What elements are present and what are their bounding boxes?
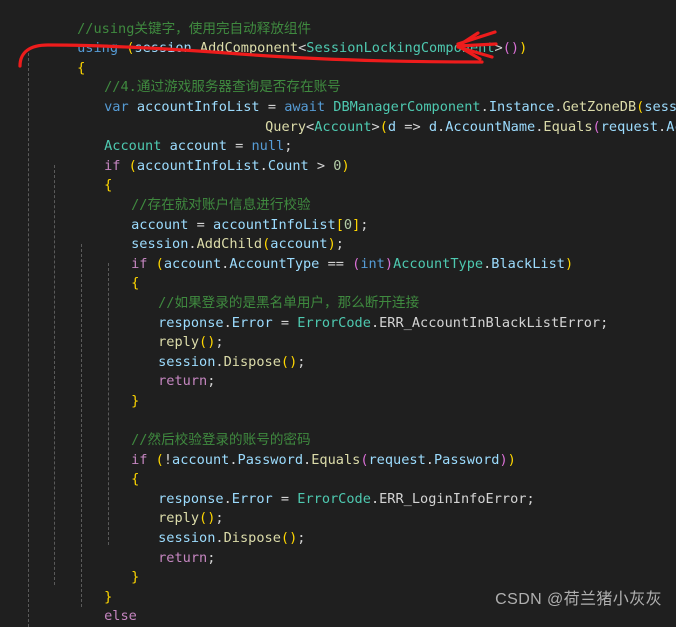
code-token-comment: //然后校验登录的账号的密码 [131, 432, 311, 449]
code-line: //如果登录的是黑名单用户，那么断开连接 [0, 274, 676, 311]
code-token-comment: //存在就对账户信息进行校验 [131, 196, 311, 213]
code-line: //using关键字，使用完自动释放组件 [0, 0, 676, 37]
code-tokens: return; [158, 373, 216, 390]
code-tokens: account = accountInfoList[0]; [131, 216, 369, 233]
code-text-area[interactable]: //using关键字，使用完自动释放组件 using (session.AddC… [0, 0, 676, 627]
code-tokens: response.Error = ErrorCode.ERR_AccountIn… [158, 314, 609, 331]
code-tokens: using (session.AddComponent<SessionLocki… [77, 40, 528, 57]
code-line: return; [0, 529, 676, 566]
code-line: } [0, 549, 676, 585]
code-tokens: Query<Account>(d => d.AccountName.Equals… [265, 118, 676, 135]
code-token-comment: //4.通过游戏服务器查询是否存在账号 [104, 79, 341, 96]
code-line: response.Error = ErrorCode.ERR_LoginInfo… [0, 470, 676, 507]
code-token-brace: } [131, 569, 140, 586]
code-line: //然后校验登录的账号的密码 [0, 411, 676, 448]
code-token-comment: //如果登录的是黑名单用户，那么断开连接 [158, 294, 420, 311]
code-line: //存在就对账户信息进行校验 [0, 176, 676, 213]
code-line: //4.通过游戏服务器查询是否存在账号 [0, 59, 676, 95]
code-tokens: Account account = null; [104, 138, 293, 155]
code-token-brace: { [131, 471, 140, 488]
code-tokens: if (account.AccountType == (int)AccountT… [131, 255, 574, 272]
code-token-brace: } [104, 588, 113, 605]
code-tokens: if (accountInfoList.Count > 0) [104, 157, 350, 174]
code-token-brace: { [77, 59, 86, 76]
code-tokens: session.Dispose(); [158, 530, 306, 547]
code-token-comment: //using关键字，使用完自动释放组件 [77, 20, 312, 37]
code-line: { [0, 607, 676, 627]
code-line: account = accountInfoList[0]; [0, 196, 676, 233]
code-line: if (!account.Password.Equals(request.Pas… [0, 431, 676, 468]
csdn-watermark: CSDN @荷兰猪小灰灰 [495, 591, 662, 608]
code-tokens: response.Error = ErrorCode.ERR_LoginInfo… [158, 490, 535, 507]
code-tokens: return; [158, 549, 216, 566]
code-tokens: var accountInfoList = await DBManagerCom… [104, 98, 676, 115]
code-line: return; [0, 353, 676, 389]
code-editor-screenshot: //using关键字，使用完自动释放组件 using (session.AddC… [0, 0, 676, 627]
code-line: session.Dispose(); [0, 333, 676, 370]
code-token-brace: } [131, 392, 140, 409]
code-token-else: else [104, 608, 137, 625]
code-tokens: reply(); [158, 510, 224, 527]
code-line: } [0, 372, 676, 409]
code-tokens: if (!account.Password.Equals(request.Pas… [131, 451, 516, 468]
code-tokens: reply(); [158, 334, 224, 351]
code-line: session.Dispose(); [0, 509, 676, 546]
code-line: if (accountInfoList.Count > 0) [0, 137, 676, 174]
code-token-brace: { [104, 177, 113, 194]
code-token-brace: { [131, 275, 140, 292]
code-tokens: session.Dispose(); [158, 353, 306, 370]
code-tokens: session.AddChild(account); [131, 236, 344, 253]
